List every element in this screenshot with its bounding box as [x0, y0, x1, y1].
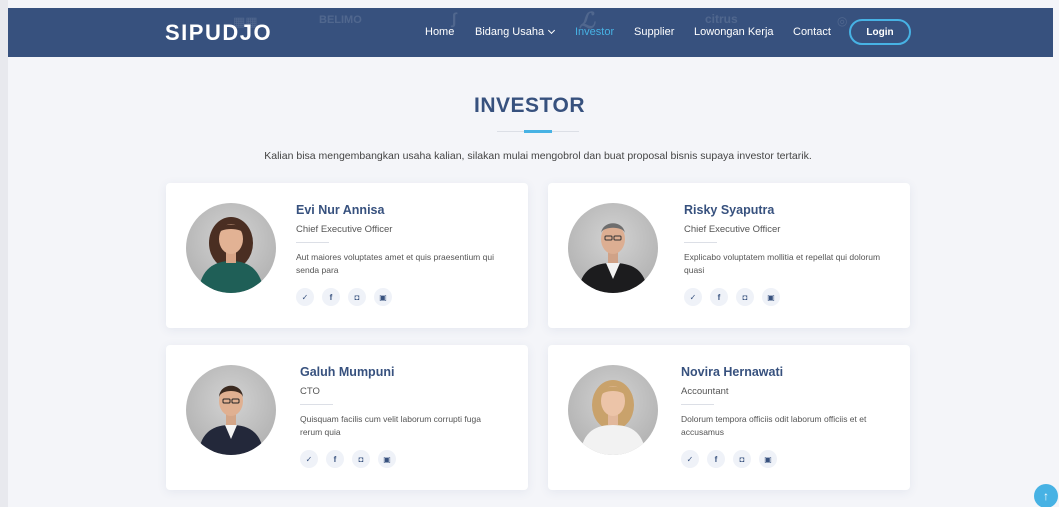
- linkedin-icon[interactable]: ▣: [762, 288, 780, 306]
- avatar-novira: [568, 365, 658, 455]
- nav-lowongan-kerja[interactable]: Lowongan Kerja: [694, 25, 774, 39]
- ghost-logo-belimo: BELIMO: [319, 14, 362, 26]
- section-title: INVESTOR: [474, 94, 585, 117]
- chevron-down-icon: [548, 26, 556, 35]
- member-card-risky: Risky Syaputra Chief Executive Officer E…: [548, 183, 910, 328]
- twitter-icon[interactable]: ✓: [296, 288, 314, 306]
- member-bio: Dolorum tempora officiis odit laborum of…: [681, 414, 867, 437]
- linkedin-icon[interactable]: ▣: [759, 450, 777, 468]
- linkedin-icon[interactable]: ▣: [378, 450, 396, 468]
- title-accent-bar: [524, 130, 552, 133]
- back-to-top-button[interactable]: ↑: [1034, 484, 1058, 507]
- member-role: Chief Executive Officer: [296, 224, 393, 235]
- member-divider: [296, 242, 329, 243]
- member-socials: ✓ f ◘ ▣: [300, 450, 396, 468]
- member-bio: Aut maiores voluptates amet et quis prae…: [296, 252, 494, 275]
- twitter-icon[interactable]: ✓: [681, 450, 699, 468]
- member-role: Accountant: [681, 386, 729, 397]
- instagram-icon[interactable]: ◘: [733, 450, 751, 468]
- nav-supplier[interactable]: Supplier: [634, 25, 674, 39]
- navbar: ▦▦ BELIMO ∫ ℒ citrus ◎ SIPUDJO Home Bida…: [8, 8, 1053, 57]
- facebook-icon[interactable]: f: [326, 450, 344, 468]
- login-button[interactable]: Login: [849, 19, 911, 45]
- member-name: Novira Hernawati: [681, 365, 784, 379]
- member-bio: Quisquam facilis cum velit laborum corru…: [300, 414, 481, 437]
- avatar-risky: [568, 203, 658, 293]
- nav-contact[interactable]: Contact: [793, 25, 831, 39]
- instagram-icon[interactable]: ◘: [348, 288, 366, 306]
- member-socials: ✓ f ◘ ▣: [296, 288, 392, 306]
- member-card-novira: Novira Hernawati Accountant Dolorum temp…: [548, 345, 910, 490]
- twitter-icon[interactable]: ✓: [300, 450, 318, 468]
- brand-logo[interactable]: SIPUDJO: [165, 20, 272, 46]
- member-name: Risky Syaputra: [684, 203, 775, 217]
- member-socials: ✓ f ◘ ▣: [684, 288, 780, 306]
- member-role: CTO: [300, 386, 320, 397]
- member-name: Galuh Mumpuni: [300, 365, 395, 379]
- member-divider: [300, 404, 333, 405]
- arrow-up-icon: ↑: [1043, 489, 1049, 503]
- avatar-galuh: [186, 365, 276, 455]
- ghost-logo-6: ◎: [837, 14, 848, 28]
- nav-home[interactable]: Home: [425, 25, 454, 39]
- section-description: Kalian bisa mengembangkan usaha kalian, …: [264, 150, 812, 162]
- nav-bidang-usaha[interactable]: Bidang Usaha: [475, 25, 556, 39]
- avatar-evi: [186, 203, 276, 293]
- page-left-edge: [0, 0, 8, 507]
- member-bio: Explicabo voluptatem mollitia et repella…: [684, 252, 881, 275]
- nav-bidang-usaha-label: Bidang Usaha: [475, 26, 545, 38]
- linkedin-icon[interactable]: ▣: [374, 288, 392, 306]
- member-role: Chief Executive Officer: [684, 224, 781, 235]
- facebook-icon[interactable]: f: [710, 288, 728, 306]
- facebook-icon[interactable]: f: [322, 288, 340, 306]
- member-card-galuh: Galuh Mumpuni CTO Quisquam facilis cum v…: [166, 345, 528, 490]
- ghost-logo-citrus: citrus: [705, 12, 738, 26]
- member-name: Evi Nur Annisa: [296, 203, 385, 217]
- twitter-icon[interactable]: ✓: [684, 288, 702, 306]
- member-divider: [684, 242, 717, 243]
- member-socials: ✓ f ◘ ▣: [681, 450, 777, 468]
- facebook-icon[interactable]: f: [707, 450, 725, 468]
- member-divider: [681, 404, 714, 405]
- member-card-evi: Evi Nur Annisa Chief Executive Officer A…: [166, 183, 528, 328]
- nav-investor[interactable]: Investor: [575, 25, 614, 39]
- instagram-icon[interactable]: ◘: [352, 450, 370, 468]
- instagram-icon[interactable]: ◘: [736, 288, 754, 306]
